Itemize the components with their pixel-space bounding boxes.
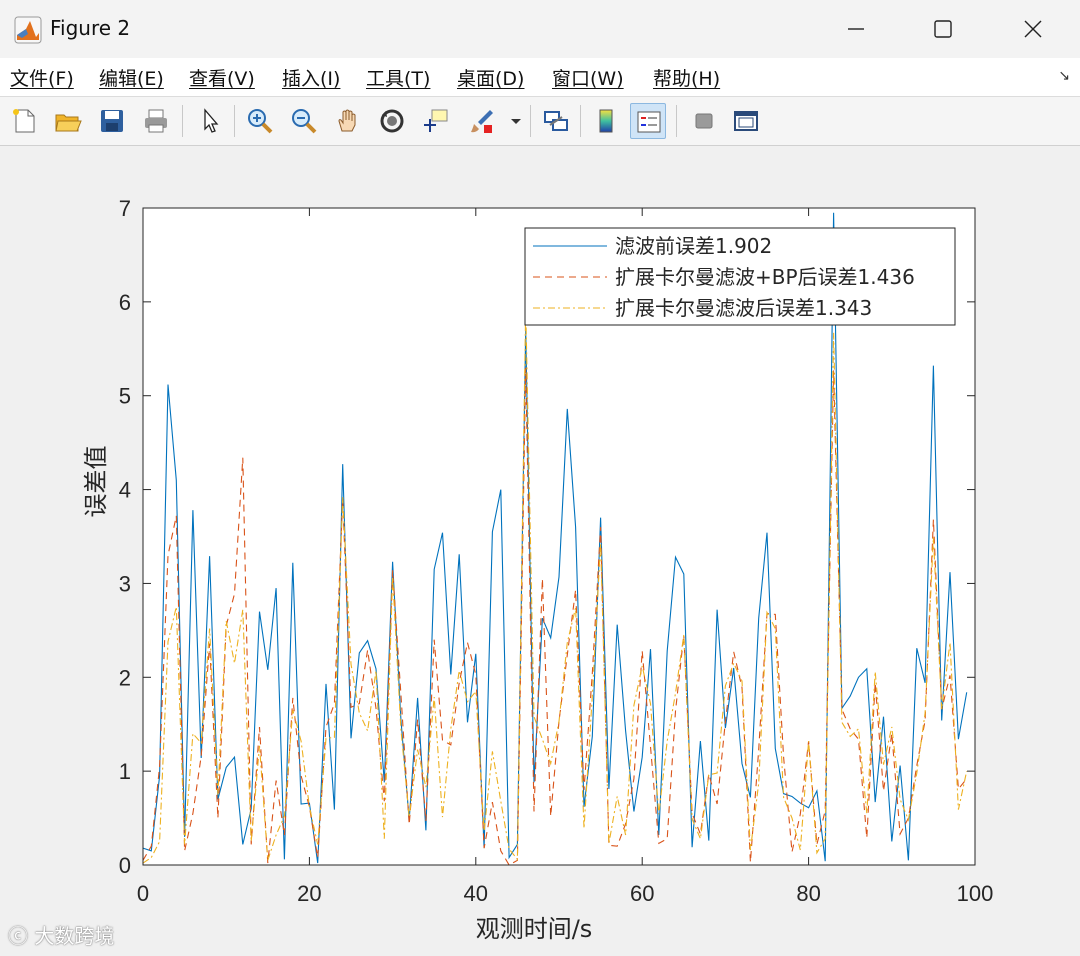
maximize-icon	[934, 20, 952, 38]
minimize-button[interactable]	[826, 10, 886, 48]
menu-desktop[interactable]: 桌面(D)	[457, 64, 524, 91]
x-tick-label: 40	[464, 881, 488, 906]
dock-icon[interactable]	[728, 103, 764, 139]
toolbar-separator	[234, 105, 235, 137]
toolbar-separator	[580, 105, 581, 137]
legend[interactable]: 滤波前误差1.902 扩展卡尔曼滤波+BP后误差1.436 扩展卡尔曼滤波后误差1.…	[524, 227, 956, 326]
menu-tools[interactable]: 工具(T)	[366, 64, 430, 91]
x-tick-label: 20	[297, 881, 321, 906]
zoom-in-icon[interactable]	[242, 103, 278, 139]
rotate-icon[interactable]	[374, 103, 410, 139]
menu-file[interactable]: 文件(F)	[10, 64, 74, 91]
brush-icon[interactable]	[464, 103, 500, 139]
y-axis-label: 误差值	[82, 446, 110, 518]
link-icon[interactable]	[538, 103, 574, 139]
watermark: ⓒ 大数跨境	[8, 920, 114, 949]
menu-window[interactable]: 窗口(W)	[552, 64, 624, 91]
x-tick-label: 80	[796, 881, 820, 906]
x-axis-label: 观测时间/s	[476, 915, 593, 943]
y-tick-label: 3	[119, 571, 131, 596]
x-tick-label: 100	[957, 881, 994, 906]
legend-label-3: 扩展卡尔曼滤波后误差1.343	[615, 296, 872, 320]
open-icon[interactable]	[50, 103, 86, 139]
zoom-out-icon[interactable]	[286, 103, 322, 139]
y-tick-label: 1	[119, 759, 131, 784]
legend-icon[interactable]	[630, 103, 666, 139]
legend-label-2: 扩展卡尔曼滤波+BP后误差1.436	[615, 265, 915, 289]
y-tick-label: 0	[119, 853, 131, 878]
save-icon[interactable]	[94, 103, 130, 139]
watermark-text: 大数跨境	[34, 924, 115, 948]
figure-toolbar	[0, 97, 1080, 146]
menu-help[interactable]: 帮助(H)	[653, 64, 720, 91]
menu-edit[interactable]: 编辑(E)	[99, 64, 164, 91]
menu-view[interactable]: 查看(V)	[189, 64, 255, 91]
legend-label-1: 滤波前误差1.902	[615, 234, 772, 258]
pointer-icon[interactable]	[192, 103, 228, 139]
menu-bar: 文件(F) 编辑(E) 查看(V) 插入(I) 工具(T) 桌面(D) 窗口(W…	[0, 58, 1080, 97]
pan-icon[interactable]	[330, 103, 366, 139]
close-icon	[1024, 20, 1042, 38]
maximize-button[interactable]	[913, 10, 973, 48]
y-tick-label: 6	[119, 290, 131, 315]
data-cursor-icon[interactable]	[418, 103, 454, 139]
y-tick-label: 4	[119, 478, 131, 503]
error-line-chart[interactable]: 0 20 40 60 80 100 0 1 2 3 4 5 6 7 观测时间/s 误差值 滤波前误差1.…	[0, 146, 1080, 956]
toolbar-separator	[530, 105, 531, 137]
y-tick-label: 7	[119, 196, 131, 221]
new-figure-icon[interactable]	[6, 103, 42, 139]
y-tick-label: 2	[119, 665, 131, 690]
figure-canvas: 0 20 40 60 80 100 0 1 2 3 4 5 6 7 观测时间/s 误差值 滤波前误差1.…	[0, 146, 1080, 956]
brush-dropdown-icon[interactable]	[506, 103, 526, 139]
hide-tools-icon[interactable]	[686, 103, 722, 139]
toolbar-separator	[182, 105, 183, 137]
window-title: Figure 2	[50, 16, 131, 40]
watermark-logo-icon: ⓒ	[8, 924, 28, 948]
minimize-icon	[848, 28, 864, 30]
colorbar-icon[interactable]	[588, 103, 624, 139]
print-icon[interactable]	[138, 103, 174, 139]
y-tick-label: 5	[119, 384, 131, 409]
close-button[interactable]	[1003, 10, 1063, 48]
matlab-logo-icon	[14, 16, 42, 44]
toolbar-separator	[676, 105, 677, 137]
title-bar: Figure 2	[0, 0, 1080, 58]
x-tick-label: 0	[137, 881, 149, 906]
x-tick-label: 60	[630, 881, 654, 906]
undock-arrow-icon[interactable]: ↘	[1058, 68, 1070, 84]
menu-insert[interactable]: 插入(I)	[282, 64, 340, 91]
